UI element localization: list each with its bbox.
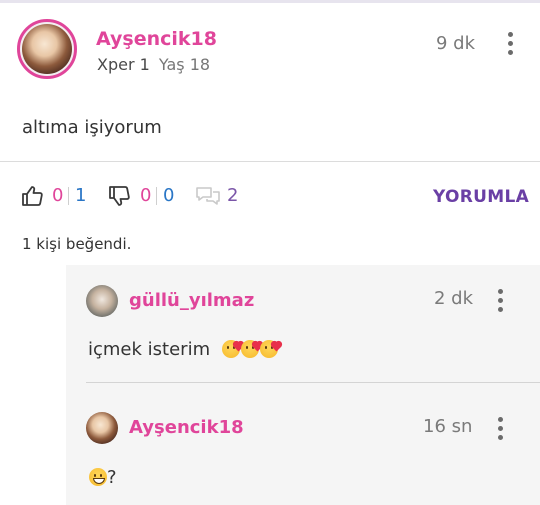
- user-meta: Xper 1 Yaş 18: [97, 55, 210, 74]
- thumbs-up-icon[interactable]: [20, 184, 44, 212]
- likes-summary[interactable]: 1 kişi beğendi.: [22, 235, 131, 253]
- grinning-face-icon: [89, 468, 107, 486]
- reply-text: içmek isterim: [88, 339, 282, 360]
- reply-time: 2 dk: [434, 288, 474, 309]
- divider: [86, 382, 540, 383]
- more-options-icon[interactable]: [497, 289, 503, 313]
- reply-text-content: içmek isterim: [88, 339, 211, 360]
- more-options-icon[interactable]: [497, 417, 503, 441]
- more-options-icon[interactable]: [507, 32, 513, 56]
- divider: [0, 161, 540, 162]
- dislike-count-blue: 0: [163, 185, 175, 206]
- count-separator: [68, 187, 69, 205]
- replies-panel: güllü_yılmaz 2 dk içmek isterim Ayşencik…: [66, 265, 540, 505]
- reply-username[interactable]: Ayşencik18: [129, 417, 244, 438]
- thumbs-down-icon[interactable]: [107, 184, 131, 212]
- kissing-heart-icon: [240, 340, 263, 358]
- comment-button[interactable]: YORUMLA: [433, 187, 529, 207]
- comment-icon[interactable]: [195, 186, 221, 212]
- like-count-blue: 1: [75, 185, 87, 206]
- kissing-heart-icon: [221, 340, 244, 358]
- post-actions: 0 1 0 0 2 YORUMLA: [0, 178, 540, 218]
- avatar[interactable]: [86, 412, 118, 444]
- reply-time: 16 sn: [423, 416, 473, 437]
- post-text: altıma işiyorum: [22, 117, 162, 138]
- dislike-count-pink: 0: [140, 185, 152, 206]
- avatar[interactable]: [86, 285, 118, 317]
- post-username[interactable]: Ayşencik18: [96, 28, 217, 50]
- post-time: 9 dk: [436, 33, 476, 54]
- reply-username[interactable]: güllü_yılmaz: [129, 290, 254, 311]
- avatar[interactable]: [17, 19, 77, 79]
- count-separator: [156, 187, 157, 205]
- comment-count: 2: [227, 185, 239, 206]
- reply-text-content: ?: [107, 467, 117, 488]
- kissing-heart-icon: [259, 340, 282, 358]
- like-count-pink: 0: [52, 185, 64, 206]
- xper-level: Xper 1: [97, 55, 150, 74]
- post-header: Ayşencik18 Xper 1 Yaş 18 9 dk: [0, 0, 540, 100]
- reply-text: ?: [88, 467, 117, 488]
- user-age: Yaş 18: [158, 55, 211, 74]
